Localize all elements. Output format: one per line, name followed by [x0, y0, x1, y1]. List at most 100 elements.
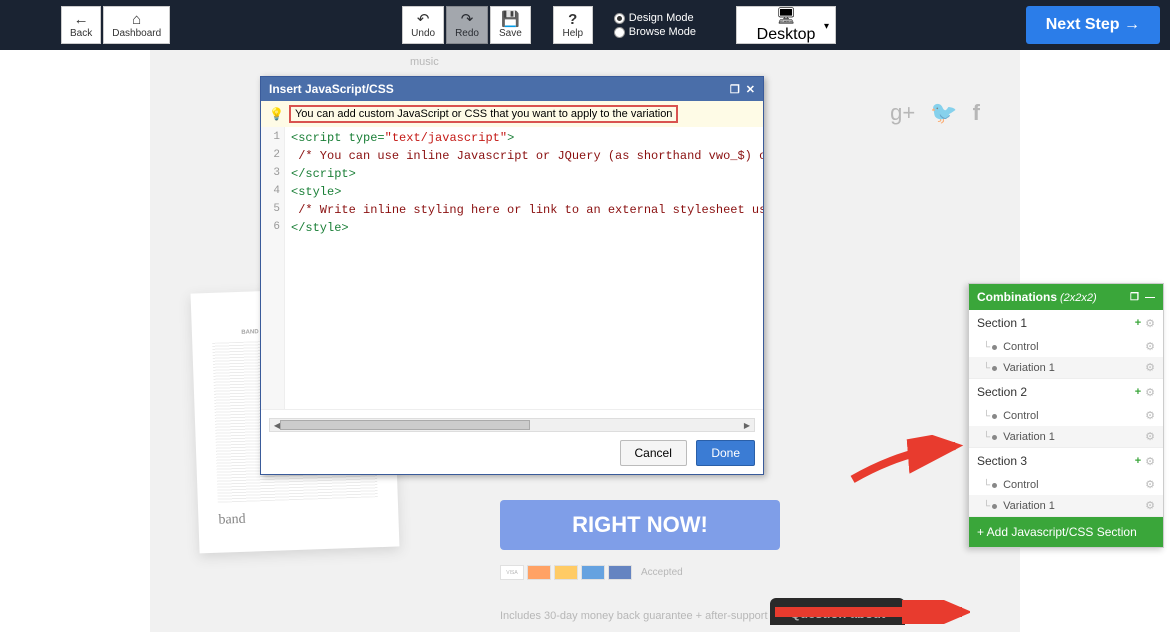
panel-popout-icon[interactable]: ❐	[1130, 292, 1139, 303]
guarantee-text: Includes 30-day money back guarantee + a…	[500, 610, 768, 622]
dashboard-label: Dashboard	[112, 28, 161, 39]
tree-dot-icon	[992, 414, 997, 419]
cancel-button[interactable]: Cancel	[620, 440, 687, 466]
save-icon: 💾	[501, 12, 520, 27]
lightbulb-icon: 💡	[269, 107, 284, 121]
annotation-arrow-2	[770, 600, 970, 624]
back-arrow-icon: ←	[74, 12, 89, 27]
variation-name: Control	[1003, 341, 1038, 353]
tree-item[interactable]: └ Variation 1 ⚙	[969, 426, 1163, 447]
home-icon: ⌂	[132, 12, 141, 27]
browse-mode-radio[interactable]: Browse Mode	[614, 26, 696, 38]
tree-line-icon: └	[983, 432, 990, 443]
radio-icon	[614, 27, 625, 38]
help-label: Help	[562, 28, 583, 39]
section-name: Section 3	[977, 454, 1027, 468]
code-body[interactable]: <script type="text/javascript"> /* You c…	[285, 127, 763, 409]
tree-line-icon: └	[983, 363, 990, 374]
design-mode-radio[interactable]: Design Mode	[614, 12, 696, 24]
combo-section: Section 2 + ⚙ └ Control ⚙ └ Variation 1 ⚙	[969, 379, 1163, 448]
tree-dot-icon	[992, 345, 997, 350]
variation-name: Variation 1	[1003, 362, 1055, 374]
payment-cards: VISA Accepted	[500, 565, 683, 580]
social-icons: g+ 🐦 f	[890, 100, 980, 126]
tree-item[interactable]: └Control⚙	[969, 474, 1163, 495]
variation-settings-icon[interactable]: ⚙	[1145, 340, 1155, 353]
section-settings-icon[interactable]: ⚙	[1145, 386, 1155, 399]
add-variation-icon[interactable]: +	[1135, 386, 1141, 399]
undo-label: Undo	[411, 28, 435, 39]
variation-settings-icon[interactable]: ⚙	[1145, 430, 1155, 443]
device-dropdown[interactable]: 🖥 Desktop ▾	[736, 6, 836, 44]
design-mode-label: Design Mode	[629, 12, 694, 24]
tree-dot-icon	[992, 366, 997, 371]
tip-text: You can add custom JavaScript or CSS tha…	[289, 105, 678, 123]
variation-settings-icon[interactable]: ⚙	[1145, 478, 1155, 491]
undo-button[interactable]: ↶ Undo	[402, 6, 444, 44]
tree-item[interactable]: └ Variation 1 ⚙	[969, 495, 1163, 516]
combinations-header[interactable]: Combinations(2x2x2) ❐ —	[969, 284, 1163, 310]
section-header[interactable]: Section 1+ ⚙	[969, 310, 1163, 336]
dialog-header[interactable]: Insert JavaScript/CSS ❐ ✕	[261, 77, 763, 101]
tree-line-icon: └	[983, 411, 990, 422]
tree-item[interactable]: └ Control ⚙	[969, 405, 1163, 426]
combo-section: Section 1+ ⚙ └ Control ⚙ └ Variation 1 ⚙	[969, 310, 1163, 379]
amex-card-icon	[581, 565, 605, 580]
mode-radio-group: Design Mode Browse Mode	[614, 12, 696, 38]
desktop-icon: 🖥	[776, 6, 796, 26]
redo-button[interactable]: ↷ Redo	[446, 6, 488, 44]
close-icon[interactable]: ✕	[746, 83, 755, 96]
insert-js-css-dialog: Insert JavaScript/CSS ❐ ✕ 💡 You can add …	[260, 76, 764, 475]
panel-minimize-icon[interactable]: —	[1145, 292, 1155, 303]
tree-dot-icon	[992, 435, 997, 440]
facebook-icon[interactable]: f	[973, 100, 980, 126]
variation-name: Control	[1003, 410, 1038, 422]
visa-card-icon: VISA	[500, 565, 524, 580]
help-button[interactable]: ? Help	[553, 6, 593, 44]
dialog-footer: ◀ ▶ Cancel Done	[261, 409, 763, 474]
scroll-right-icon[interactable]: ▶	[740, 419, 754, 431]
tree-dot-icon	[992, 483, 997, 488]
back-button[interactable]: ← Back	[61, 6, 101, 44]
paypal-card-icon	[608, 565, 632, 580]
variation-settings-icon[interactable]: ⚙	[1145, 409, 1155, 422]
next-step-button[interactable]: Next Step →	[1026, 6, 1160, 44]
variation-settings-icon[interactable]: ⚙	[1145, 499, 1155, 512]
done-button[interactable]: Done	[696, 440, 755, 466]
tree-line-icon: └	[983, 342, 990, 353]
dialog-title: Insert JavaScript/CSS	[269, 82, 394, 96]
combo-section: Section 3+ ⚙└Control⚙└Variation 1⚙	[969, 448, 1163, 517]
add-variation-icon[interactable]: +	[1135, 455, 1141, 468]
variation-settings-icon[interactable]: ⚙	[1145, 361, 1155, 374]
section-header[interactable]: Section 2 + ⚙	[969, 379, 1163, 405]
section-name: Section 2	[977, 385, 1027, 399]
tree-item[interactable]: └ Variation 1 ⚙	[969, 357, 1163, 378]
add-js-css-section-button[interactable]: + Add Javascript/CSS Section	[969, 517, 1163, 547]
scrollbar-thumb[interactable]	[280, 420, 530, 430]
section-settings-icon[interactable]: ⚙	[1145, 317, 1155, 330]
maximize-icon[interactable]: ❐	[730, 83, 740, 96]
horizontal-scrollbar[interactable]: ◀ ▶	[269, 418, 755, 432]
radio-selected-icon	[614, 13, 625, 24]
save-button[interactable]: 💾 Save	[490, 6, 531, 44]
variation-name: Variation 1	[1003, 500, 1055, 512]
tree-line-icon: └	[983, 501, 990, 512]
tree-item[interactable]: └ Control ⚙	[969, 336, 1163, 357]
code-editor[interactable]: 123456 <script type="text/javascript"> /…	[261, 127, 763, 409]
redo-icon: ↷	[461, 12, 474, 27]
top-toolbar: ← Back ⌂ Dashboard ↶ Undo ↷ Redo 💾 Save …	[0, 0, 1170, 50]
section-settings-icon[interactable]: ⚙	[1145, 455, 1155, 468]
add-variation-icon[interactable]: +	[1135, 317, 1141, 330]
browse-mode-label: Browse Mode	[629, 26, 696, 38]
mc-card-icon	[527, 565, 551, 580]
twitter-icon[interactable]: 🐦	[930, 100, 957, 126]
gplus-icon[interactable]: g+	[890, 100, 915, 126]
undo-icon: ↶	[417, 12, 430, 27]
caret-down-icon: ▾	[824, 21, 829, 32]
section-header[interactable]: Section 3 + ⚙	[969, 448, 1163, 474]
cta-button[interactable]: RIGHT NOW!	[500, 500, 780, 550]
tree-line-icon: └	[983, 480, 990, 491]
line-gutter: 123456	[261, 127, 285, 409]
variation-name: Variation 1	[1003, 431, 1055, 443]
dashboard-button[interactable]: ⌂ Dashboard	[103, 6, 170, 44]
